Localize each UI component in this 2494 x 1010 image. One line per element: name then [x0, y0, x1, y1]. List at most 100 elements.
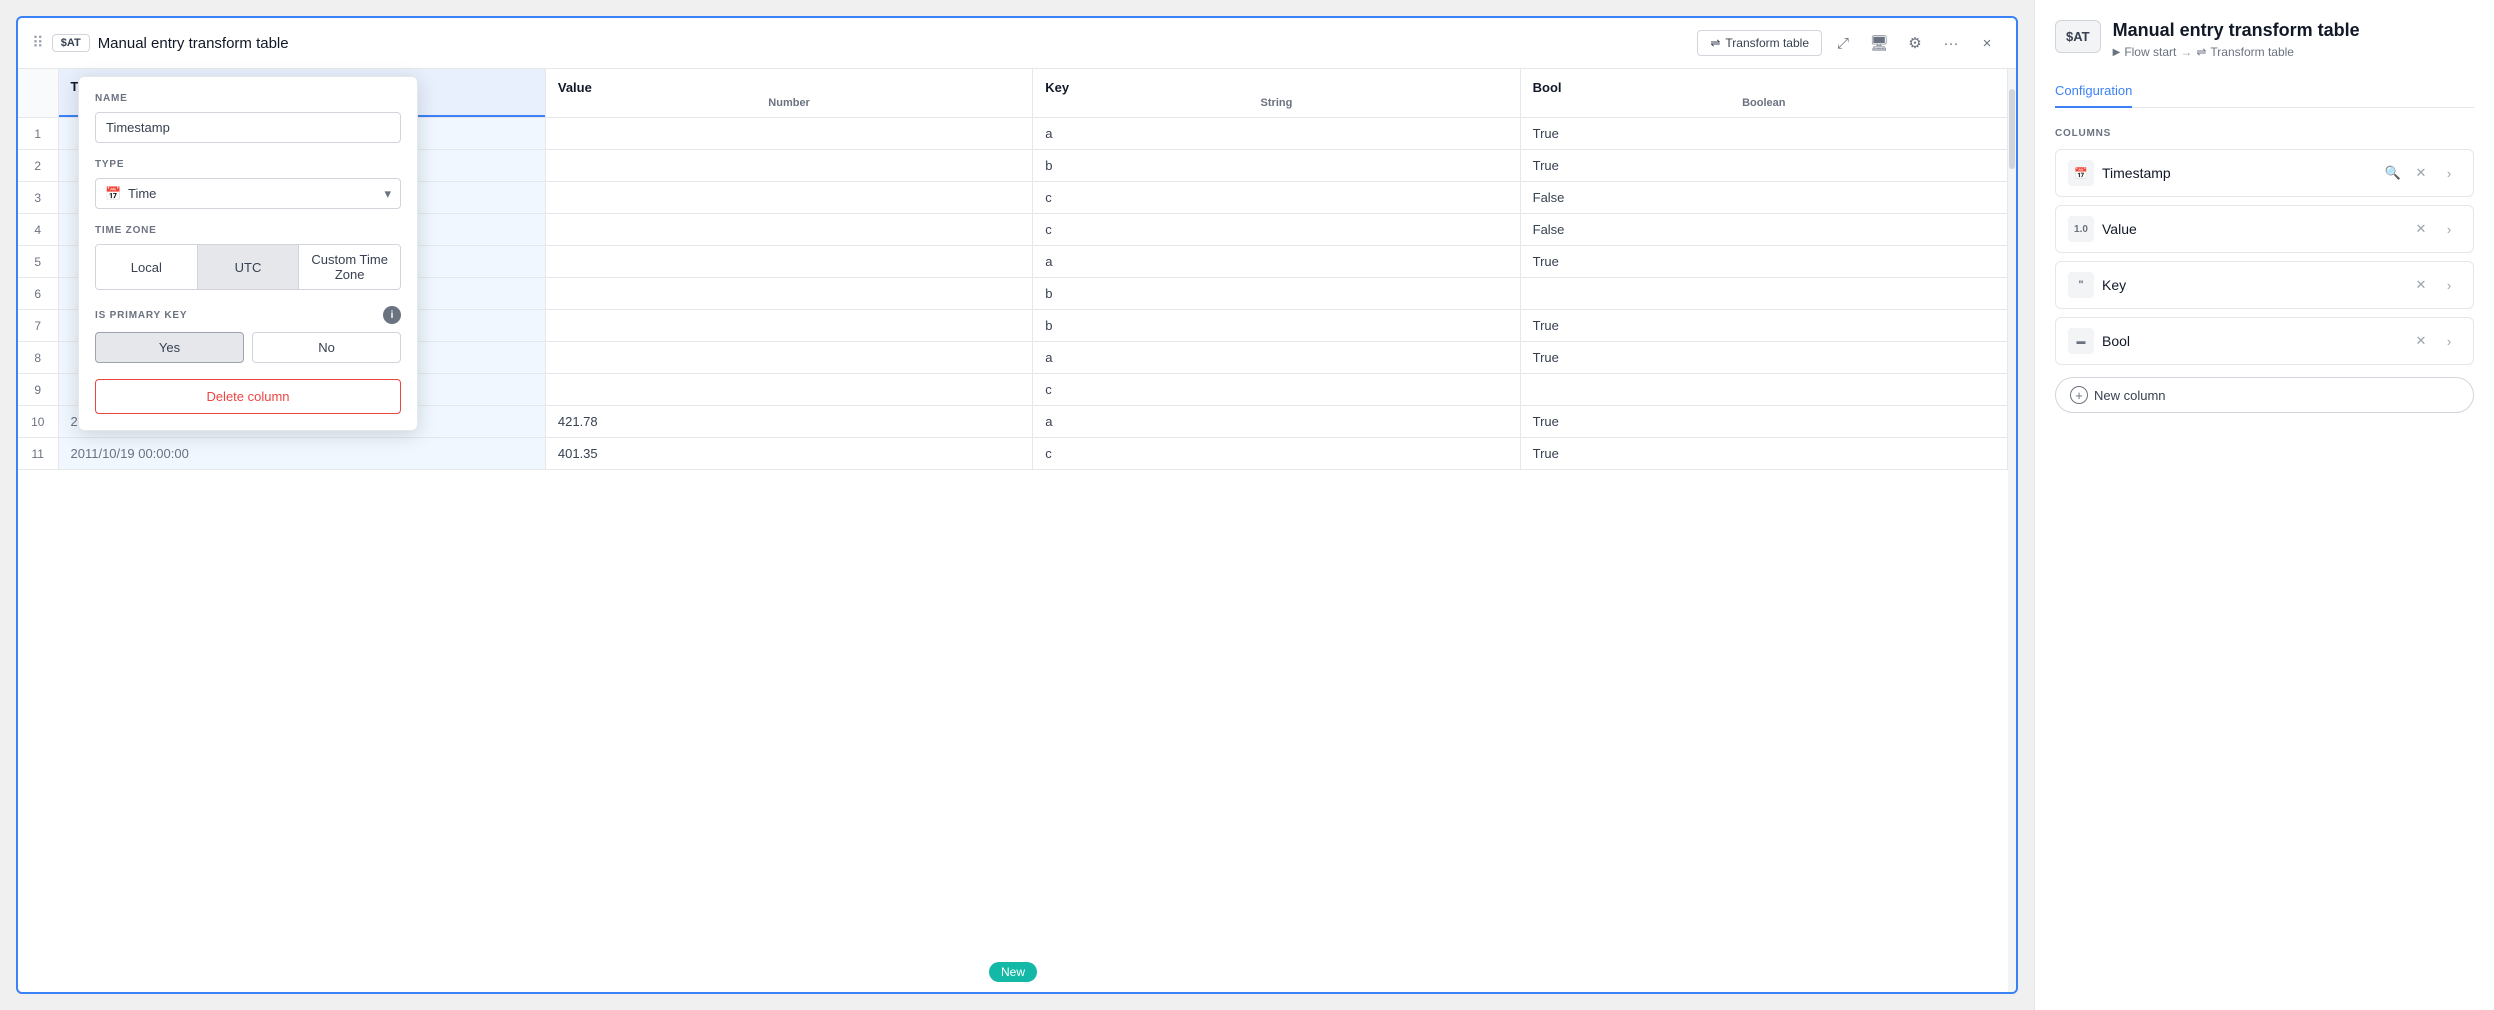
columns-section-label: COLUMNS	[2055, 128, 2474, 139]
row-num-5: 5	[18, 246, 58, 278]
value-cell-7[interactable]	[545, 310, 1032, 342]
bool-cell-1[interactable]: True	[1520, 118, 2007, 150]
bool-cell-4[interactable]: False	[1520, 214, 2007, 246]
value-cell-1[interactable]	[545, 118, 1032, 150]
type-select[interactable]: Time Number String Boolean	[95, 178, 401, 209]
timestamp-delete-button[interactable]: ✕	[2409, 161, 2433, 185]
type-section-label: TYPE	[95, 159, 401, 170]
value-cell-3[interactable]	[545, 182, 1032, 214]
column-name-input[interactable]	[95, 112, 401, 143]
key-cell-9[interactable]: c	[1033, 374, 1520, 406]
timezone-local-button[interactable]: Local	[96, 245, 198, 289]
row-num-3: 3	[18, 182, 58, 214]
bool-cell-10[interactable]: True	[1520, 406, 2007, 438]
transform-table-icon: ⇌	[1710, 36, 1720, 50]
timestamp-search-button[interactable]: 🔍	[2381, 161, 2405, 185]
bool-cell-5[interactable]: True	[1520, 246, 2007, 278]
info-icon[interactable]: i	[383, 306, 401, 324]
timestamp-cell-11[interactable]: 2011/10/19 00:00:00	[58, 438, 545, 470]
close-button[interactable]: ×	[1972, 28, 2002, 58]
bool-expand-button[interactable]: ›	[2437, 329, 2461, 353]
value-cell-11[interactable]: 401.35	[545, 438, 1032, 470]
col-type-value: Number	[558, 97, 1020, 109]
value-cell-2[interactable]	[545, 150, 1032, 182]
column-actions-bool: ✕ ›	[2409, 329, 2461, 353]
breadcrumb-flow-start[interactable]: Flow start	[2124, 45, 2176, 59]
timezone-custom-button[interactable]: Custom Time Zone	[299, 245, 400, 289]
fullscreen-button[interactable]: ⤢	[1828, 28, 1858, 58]
col-header-value[interactable]: Value Number	[545, 69, 1032, 118]
primary-key-row: IS PRIMARY KEY i	[95, 306, 401, 324]
timezone-utc-button[interactable]: UTC	[198, 245, 300, 289]
row-num-header	[18, 69, 58, 118]
more-button[interactable]: ···	[1936, 28, 1966, 58]
bool-delete-button[interactable]: ✕	[2409, 329, 2433, 353]
row-num-10: 10	[18, 406, 58, 438]
bool-cell-8[interactable]: True	[1520, 342, 2007, 374]
bool-cell-2[interactable]: True	[1520, 150, 2007, 182]
new-column-button[interactable]: + New column	[2055, 377, 2474, 413]
value-delete-button[interactable]: ✕	[2409, 217, 2433, 241]
timezone-group: Local UTC Custom Time Zone	[95, 244, 401, 290]
main-panel: ⠿ $AT Manual entry transform table ⇌ Tra…	[0, 0, 2034, 1010]
bool-cell-6[interactable]	[1520, 278, 2007, 310]
primary-key-label: IS PRIMARY KEY	[95, 310, 187, 321]
name-section-label: NAME	[95, 93, 401, 104]
column-item-value: 1.0 Value ✕ ›	[2055, 205, 2474, 253]
breadcrumb: ▶ Flow start → ⇌ Transform table	[2113, 45, 2360, 59]
row-num-11: 11	[18, 438, 58, 470]
key-cell-11[interactable]: c	[1033, 438, 1520, 470]
scrollbar[interactable]	[2008, 69, 2016, 992]
key-cell-10[interactable]: a	[1033, 406, 1520, 438]
sidebar-sat-badge: $AT	[2055, 20, 2101, 53]
col-name-key: Key	[1045, 80, 1069, 95]
bool-cell-11[interactable]: True	[1520, 438, 2007, 470]
key-delete-button[interactable]: ✕	[2409, 273, 2433, 297]
value-cell-6[interactable]	[545, 278, 1032, 310]
value-type-icon: 1.0	[2068, 216, 2094, 242]
column-item-timestamp: 📅 Timestamp 🔍 ✕ ›	[2055, 149, 2474, 197]
sidebar-title: Manual entry transform table	[2113, 20, 2360, 41]
type-select-wrapper: 📅 Time Number String Boolean ▾	[95, 178, 401, 209]
key-cell-2[interactable]: b	[1033, 150, 1520, 182]
yes-button[interactable]: Yes	[95, 332, 244, 363]
column-item-timestamp-name: Timestamp	[2102, 165, 2373, 181]
flow-start-play-icon: ▶	[2113, 47, 2121, 58]
value-cell-10[interactable]: 421.78	[545, 406, 1032, 438]
value-expand-button[interactable]: ›	[2437, 217, 2461, 241]
value-cell-8[interactable]	[545, 342, 1032, 374]
key-expand-button[interactable]: ›	[2437, 273, 2461, 297]
key-cell-5[interactable]: a	[1033, 246, 1520, 278]
transform-table-button[interactable]: ⇌ Transform table	[1697, 30, 1822, 56]
bool-cell-3[interactable]: False	[1520, 182, 2007, 214]
drag-handle-icon[interactable]: ⠿	[32, 33, 44, 53]
col-header-key[interactable]: Key String	[1033, 69, 1520, 118]
no-button[interactable]: No	[252, 332, 401, 363]
key-cell-8[interactable]: a	[1033, 342, 1520, 374]
key-cell-1[interactable]: a	[1033, 118, 1520, 150]
value-cell-5[interactable]	[545, 246, 1032, 278]
key-type-icon: "	[2068, 272, 2094, 298]
bool-cell-9[interactable]	[1520, 374, 2007, 406]
timestamp-expand-button[interactable]: ›	[2437, 161, 2461, 185]
row-num-2: 2	[18, 150, 58, 182]
plus-circle-icon: +	[2070, 386, 2088, 404]
value-cell-9[interactable]	[545, 374, 1032, 406]
bool-type-icon: ▬	[2068, 328, 2094, 354]
row-num-1: 1	[18, 118, 58, 150]
breadcrumb-transform-table[interactable]: ⇌ Transform table	[2196, 45, 2294, 59]
col-header-bool[interactable]: Bool Boolean	[1520, 69, 2007, 118]
settings-button[interactable]: ⚙	[1900, 28, 1930, 58]
key-cell-7[interactable]: b	[1033, 310, 1520, 342]
value-cell-4[interactable]	[545, 214, 1032, 246]
transform-table-breadcrumb-label: Transform table	[2210, 45, 2294, 59]
delete-column-button[interactable]: Delete column	[95, 379, 401, 414]
tab-configuration[interactable]: Configuration	[2055, 75, 2132, 108]
key-cell-4[interactable]: c	[1033, 214, 1520, 246]
key-cell-6[interactable]: b	[1033, 278, 1520, 310]
sidebar-tabs: Configuration	[2055, 75, 2474, 108]
monitor-button[interactable]: 🖥	[1864, 28, 1894, 58]
bool-cell-7[interactable]: True	[1520, 310, 2007, 342]
scroll-thumb[interactable]	[2009, 89, 2015, 169]
key-cell-3[interactable]: c	[1033, 182, 1520, 214]
